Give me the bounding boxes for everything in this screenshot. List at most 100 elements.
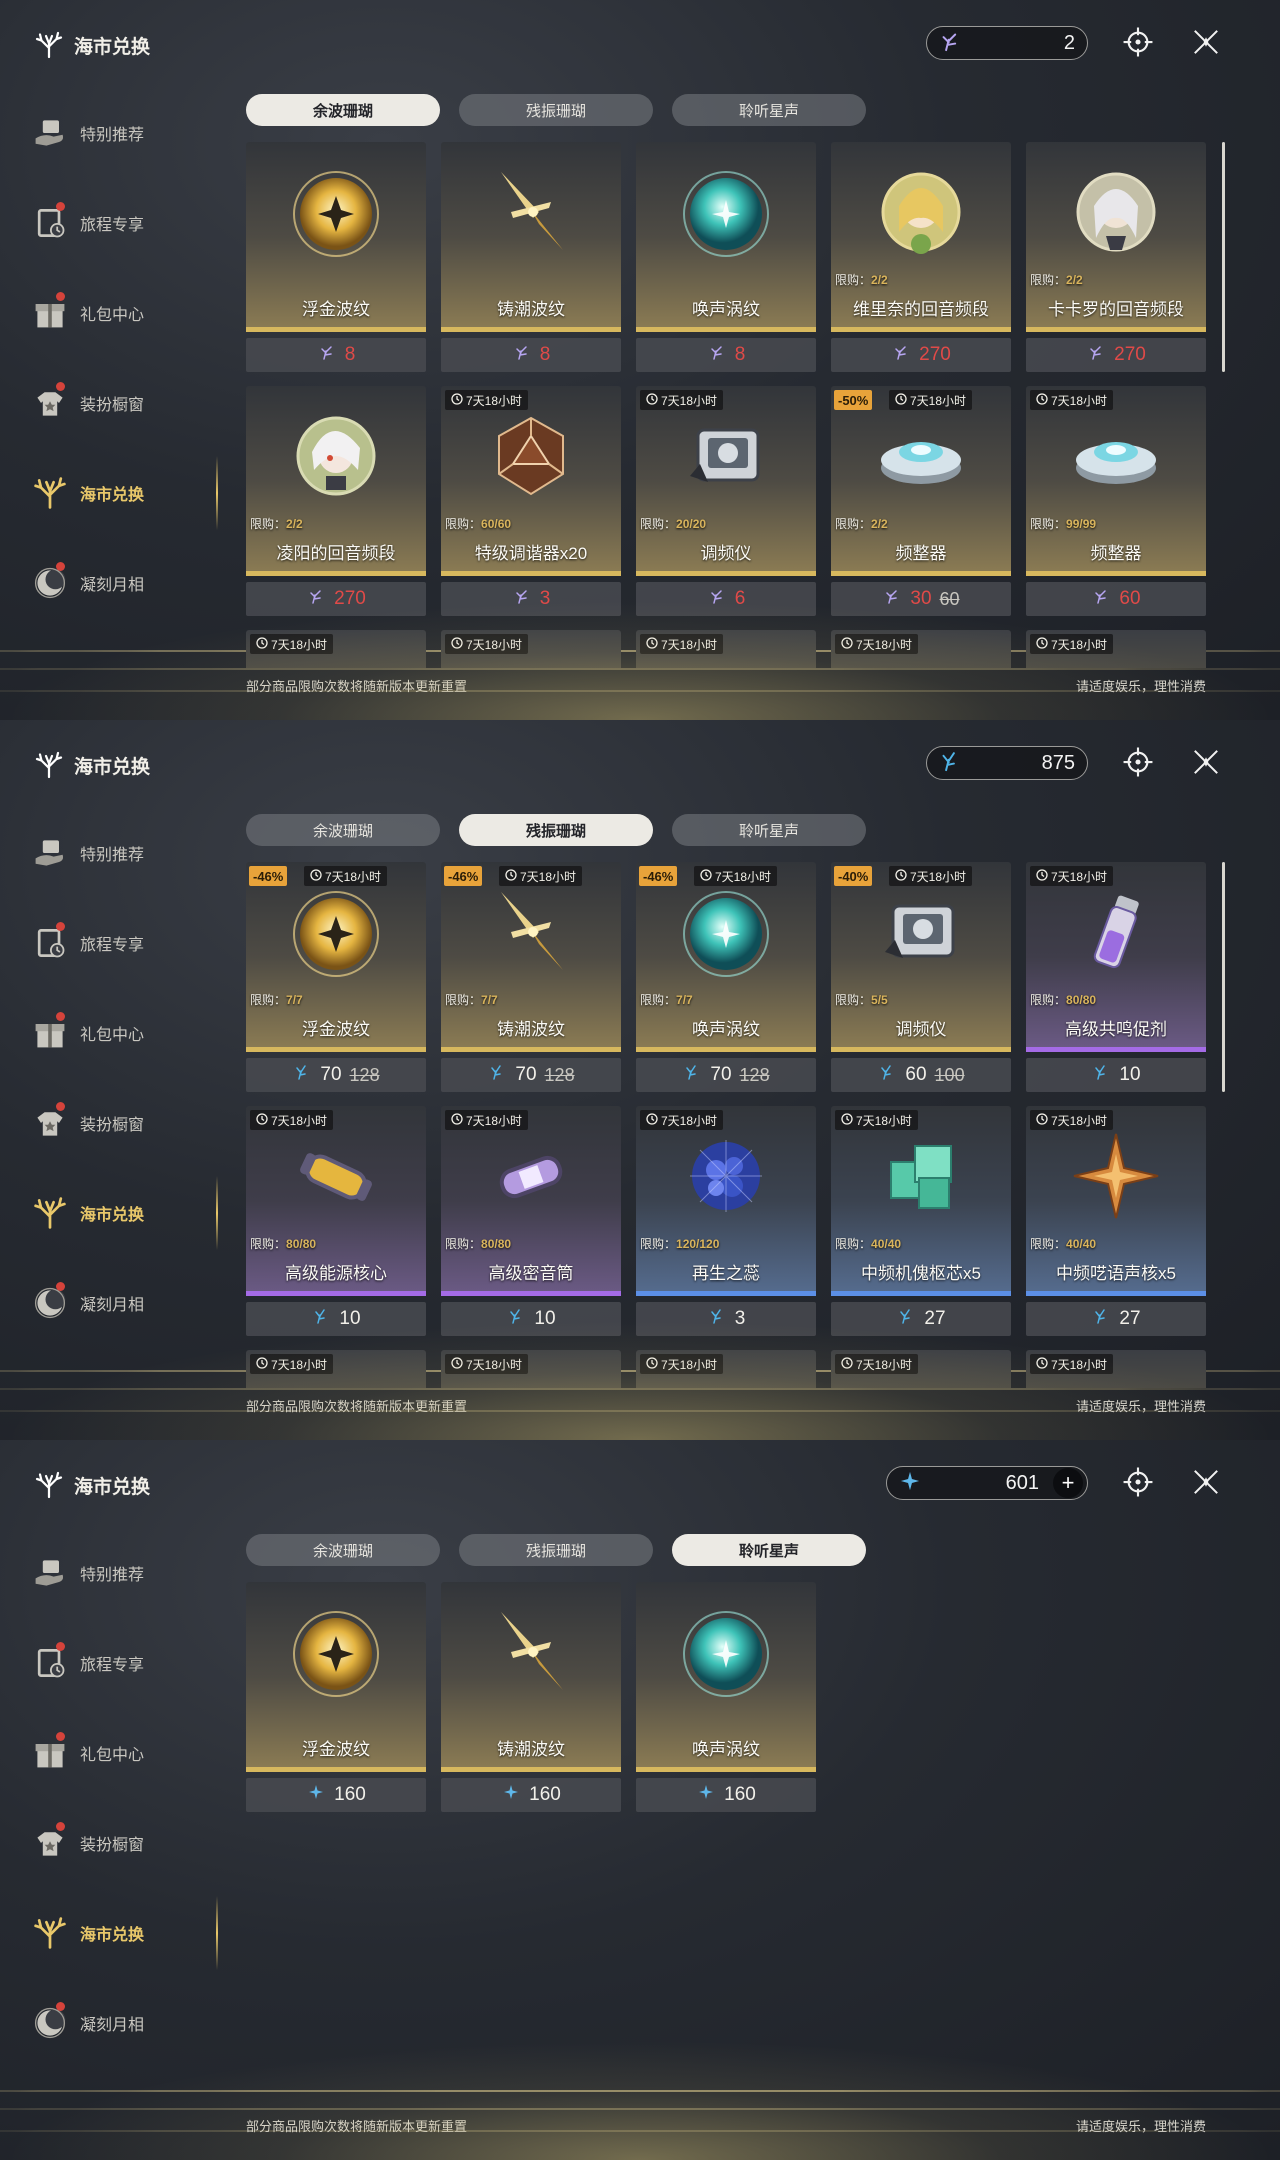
- item-price: 30 60: [831, 582, 1011, 616]
- close-button[interactable]: [1186, 744, 1226, 784]
- sidebar-item[interactable]: 海市兑换: [26, 1888, 218, 1978]
- shop-item-card[interactable]: 7天18小时 限购：80/80 高级密音筒 10: [441, 1106, 621, 1336]
- shop-item-card[interactable]: 7天18小时: [831, 630, 1011, 668]
- timer-text: 7天18小时: [661, 393, 718, 408]
- shop-item-card[interactable]: 7天18小时 限购：60/60 特级调谐器x20 3: [441, 386, 621, 616]
- timer-text: 7天18小时: [856, 1357, 913, 1372]
- shop-item-card[interactable]: 7天18小时: [636, 630, 816, 668]
- sidebar-item[interactable]: 凝刻月相: [26, 1978, 216, 2068]
- shop-item-card[interactable]: -46% 7天18小时 限购：7/7 浮金波纹 70 128: [246, 862, 426, 1092]
- sidebar-item[interactable]: 装扮橱窗: [26, 1798, 216, 1888]
- item-price: 70 128: [246, 1058, 426, 1092]
- shop-item-card[interactable]: 7天18小时: [831, 1350, 1011, 1388]
- shop-item-card[interactable]: 7天18小时 限购：80/80 高级共鸣促剂 10: [1026, 862, 1206, 1092]
- tab[interactable]: 聆听星声: [672, 1534, 866, 1566]
- scrollbar[interactable]: [1222, 862, 1225, 1092]
- price-value: 27: [1119, 1308, 1141, 1329]
- sidebar-item[interactable]: 凝刻月相: [26, 1258, 216, 1348]
- tab[interactable]: 聆听星声: [672, 94, 866, 126]
- sidebar-item[interactable]: 装扮橱窗: [26, 358, 216, 448]
- shop-item-card[interactable]: 7天18小时: [246, 630, 426, 668]
- sidebar-item[interactable]: 旅程专享: [26, 898, 216, 988]
- decor-wave: [0, 668, 1280, 670]
- tab[interactable]: 聆听星声: [672, 814, 866, 846]
- shop-item-card[interactable]: 7天18小时: [1026, 630, 1206, 668]
- shop-item-card[interactable]: 限购：2/2 维里奈的回音频段 270: [831, 142, 1011, 372]
- sidebar-item[interactable]: 旅程专享: [26, 178, 216, 268]
- shop-item-card[interactable]: -40% 7天18小时 限购：5/5 调频仪 60 100: [831, 862, 1011, 1092]
- item-art: 7天18小时 限购：120/120 再生之蕊: [636, 1106, 816, 1296]
- item-name: 调频仪: [895, 1020, 947, 1039]
- shop-item-card[interactable]: 浮金波纹 8: [246, 142, 426, 372]
- close-button[interactable]: [1186, 1464, 1226, 1504]
- timer-text: 7天18小时: [1051, 869, 1108, 884]
- locate-button[interactable]: [1118, 1464, 1158, 1504]
- shop-item-card[interactable]: 7天18小时 限购：40/40 中频机傀枢芯x5 27: [831, 1106, 1011, 1336]
- shop-item-card[interactable]: 7天18小时 限购：20/20 调频仪 6: [636, 386, 816, 616]
- sidebar-item[interactable]: 特别推荐: [26, 1528, 216, 1618]
- shop-item-card[interactable]: 7天18小时: [441, 1350, 621, 1388]
- shop-item-card[interactable]: 唤声涡纹 160: [636, 1582, 816, 1812]
- sidebar-item[interactable]: 特别推荐: [26, 808, 216, 898]
- sidebar-item[interactable]: 礼包中心: [26, 1708, 216, 1798]
- shop-item-card[interactable]: 唤声涡纹 8: [636, 142, 816, 372]
- shop-item-card[interactable]: 7天18小时: [1026, 1350, 1206, 1388]
- clock-icon: [451, 392, 463, 408]
- notification-dot: [56, 2002, 65, 2011]
- shop-item-card[interactable]: 7天18小时 限购：99/99 频整器 60: [1026, 386, 1206, 616]
- shop-item-card[interactable]: 7天18小时: [246, 1350, 426, 1388]
- tab[interactable]: 残振珊瑚: [459, 94, 653, 126]
- clock-icon: [646, 1356, 658, 1372]
- sidebar-item-label: 海市兑换: [80, 1207, 145, 1224]
- shop-item-card[interactable]: 限购：2/2 凌阳的回音频段 270: [246, 386, 426, 616]
- tab[interactable]: 余波珊瑚: [246, 1534, 440, 1566]
- tab[interactable]: 残振珊瑚: [459, 814, 653, 846]
- scrollbar[interactable]: [1222, 142, 1225, 372]
- sidebar-item[interactable]: 礼包中心: [26, 268, 216, 358]
- shop-item-card[interactable]: 7天18小时 限购：40/40 中频呓语声核x5 27: [1026, 1106, 1206, 1336]
- timer-text: 7天18小时: [715, 869, 772, 884]
- sidebar-item[interactable]: 装扮橱窗: [26, 1078, 216, 1168]
- timer-badge: 7天18小时: [889, 866, 973, 886]
- shop-item-card[interactable]: 限购：2/2 卡卡罗的回音频段 270: [1026, 142, 1206, 372]
- shop-item-card[interactable]: 7天18小时: [441, 630, 621, 668]
- timer-badge: 7天18小时: [640, 390, 724, 410]
- sidebar-item[interactable]: 旅程专享: [26, 1618, 216, 1708]
- locate-button[interactable]: [1118, 744, 1158, 784]
- item-name: 唤声涡纹: [692, 1020, 760, 1039]
- tab[interactable]: 余波珊瑚: [246, 94, 440, 126]
- shop-item-card[interactable]: 铸潮波纹 160: [441, 1582, 621, 1812]
- oscillated-coral-icon: [487, 1062, 507, 1088]
- timer-badge: 7天18小时: [1030, 390, 1114, 410]
- price-value: 3: [734, 1308, 746, 1329]
- shop-item-card[interactable]: 7天18小时 限购：80/80 高级能源核心 10: [246, 1106, 426, 1336]
- sidebar-item[interactable]: 特别推荐: [26, 88, 216, 178]
- timer-badge: 7天18小时: [694, 866, 778, 886]
- add-currency-button[interactable]: +: [1053, 1468, 1083, 1498]
- sidebar-item[interactable]: 礼包中心: [26, 988, 216, 1078]
- timer-text: 7天18小时: [520, 869, 577, 884]
- shop-item-card[interactable]: -46% 7天18小时 限购：7/7 铸潮波纹 70 128: [441, 862, 621, 1092]
- sidebar-item[interactable]: 凝刻月相: [26, 538, 216, 628]
- shop-item-card[interactable]: -46% 7天18小时 限购：7/7 唤声涡纹 70 128: [636, 862, 816, 1092]
- locate-button[interactable]: [1118, 24, 1158, 64]
- item-name: 浮金波纹: [302, 300, 370, 319]
- timer-text: 7天18小时: [910, 393, 967, 408]
- shop-item-card[interactable]: 7天18小时: [636, 1350, 816, 1388]
- sidebar-item[interactable]: 海市兑换: [26, 448, 218, 538]
- shop-item-card[interactable]: 铸潮波纹 8: [441, 142, 621, 372]
- decor-wave: [0, 2090, 1280, 2092]
- close-button[interactable]: [1186, 24, 1226, 64]
- purchase-limit: 限购：7/7: [640, 993, 693, 1007]
- tab[interactable]: 残振珊瑚: [459, 1534, 653, 1566]
- item-art: -50% 7天18小时 限购：2/2 频整器: [831, 386, 1011, 576]
- sidebar-item[interactable]: 海市兑换: [26, 1168, 218, 1258]
- price-value: 70: [710, 1064, 732, 1085]
- tab[interactable]: 余波珊瑚: [246, 814, 440, 846]
- shop-item-card[interactable]: 浮金波纹 160: [246, 1582, 426, 1812]
- item-name: 频整器: [895, 544, 947, 563]
- shop-item-card[interactable]: -50% 7天18小时 限购：2/2 频整器 30 60: [831, 386, 1011, 616]
- coral-icon: [30, 1913, 70, 1953]
- shop-item-card[interactable]: 7天18小时 限购：120/120 再生之蕊 3: [636, 1106, 816, 1336]
- timer-text: 7天18小时: [1051, 637, 1108, 652]
